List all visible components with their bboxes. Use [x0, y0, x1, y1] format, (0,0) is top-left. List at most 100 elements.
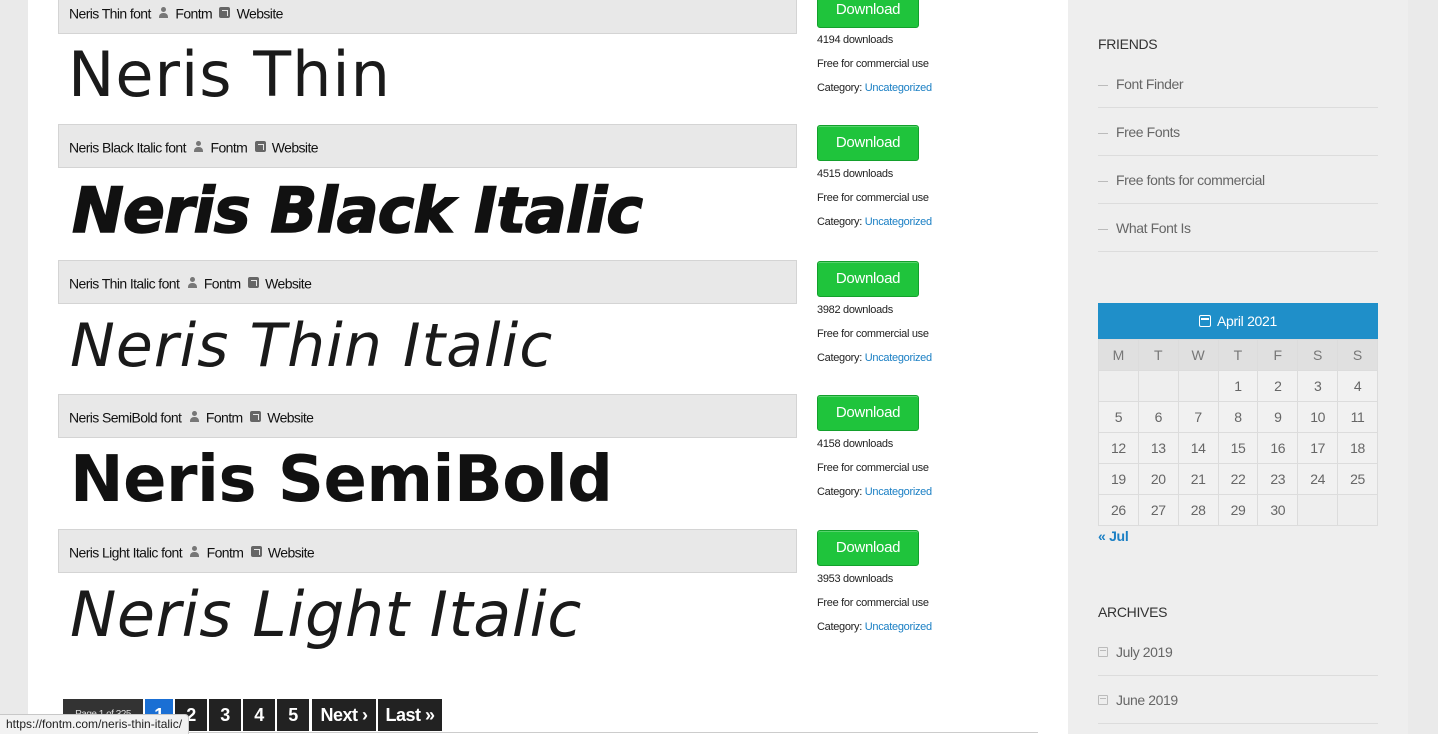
friend-link[interactable]: What Font Is: [1098, 204, 1378, 252]
category-line: Category: Uncategorized: [817, 210, 932, 234]
calendar-day: 25: [1337, 463, 1378, 495]
page-link[interactable]: 3: [209, 699, 241, 731]
font-meta: Neris Thin Italic font Fontm Website: [69, 261, 312, 303]
font-header-bar: Neris Thin font Fontm Website: [58, 0, 797, 34]
calendar-day: 23: [1257, 463, 1299, 495]
calendar-icon: [1198, 315, 1211, 328]
download-count: 4194 downloads: [817, 34, 893, 46]
calendar-empty-cell: [1297, 494, 1339, 526]
category-label: Category:: [817, 216, 862, 228]
license-text: Free for commercial use: [817, 58, 929, 70]
font-preview[interactable]: Neris SemiBold: [70, 448, 613, 512]
calendar-month: April 2021: [1216, 313, 1278, 329]
friend-link-label: Font Finder: [1116, 76, 1184, 92]
license-text: Free for commercial use: [817, 597, 929, 609]
font-info: 3953 downloads Free for commercial use C…: [817, 567, 932, 639]
license-text: Free for commercial use: [817, 328, 929, 340]
font-preview[interactable]: Neris Thin Italic: [70, 316, 553, 376]
calendar-prev-link[interactable]: « Jul: [1098, 528, 1129, 544]
dash-icon: [1098, 84, 1108, 86]
author-link[interactable]: Fontm: [204, 275, 241, 291]
user-icon: [193, 140, 204, 152]
category-label: Category:: [817, 621, 862, 633]
category-link[interactable]: Uncategorized: [865, 621, 932, 633]
calendar-icon: [1098, 695, 1108, 706]
friend-link-label: Free Fonts: [1116, 124, 1180, 140]
calendar-widget: April 2021 M T W T F S S 1 2 3 4 5 6 7 8 9 10 11 12…: [1098, 303, 1378, 526]
calendar-day: 4: [1337, 370, 1378, 402]
archives-list: July 2019 June 2019: [1098, 628, 1378, 724]
font-preview[interactable]: Neris Black Italic: [71, 179, 643, 243]
font-meta: Neris Thin font Fontm Website: [69, 0, 283, 33]
calendar-day: 19: [1098, 463, 1139, 495]
font-name-link[interactable]: Neris Black Italic font: [69, 139, 187, 155]
font-name-link[interactable]: Neris SemiBold font: [69, 409, 182, 425]
font-info: 4158 downloads Free for commercial use C…: [817, 432, 932, 504]
download-button[interactable]: Download: [817, 261, 919, 297]
website-link[interactable]: Website: [268, 544, 315, 560]
calendar-day: 17: [1297, 432, 1339, 464]
download-button[interactable]: Download: [817, 125, 919, 161]
download-button[interactable]: Download: [817, 0, 919, 28]
font-name-link[interactable]: Neris Thin font: [69, 5, 151, 21]
archives-widget-title: ARCHIVES: [1098, 604, 1168, 620]
calendar-day: 16: [1257, 432, 1299, 464]
font-name-link[interactable]: Neris Thin Italic font: [69, 275, 180, 291]
last-page-link[interactable]: Last »: [378, 699, 442, 731]
author-link[interactable]: Fontm: [206, 409, 243, 425]
friend-link[interactable]: Font Finder: [1098, 60, 1378, 108]
dash-icon: [1098, 180, 1108, 182]
external-link-icon: [249, 410, 261, 422]
calendar-day: 6: [1137, 401, 1179, 433]
archive-link-label: June 2019: [1116, 692, 1178, 708]
calendar-week-row: 1234: [1098, 370, 1378, 402]
calendar-day: 24: [1297, 463, 1339, 495]
download-count: 3953 downloads: [817, 573, 893, 585]
page-link[interactable]: 4: [243, 699, 275, 731]
calendar-day: 15: [1217, 432, 1259, 464]
archive-link[interactable]: June 2019: [1098, 676, 1378, 724]
friend-link-label: What Font Is: [1116, 220, 1191, 236]
calendar-day: 21: [1177, 463, 1219, 495]
user-icon: [189, 410, 200, 422]
page-link[interactable]: 5: [277, 699, 309, 731]
category-link[interactable]: Uncategorized: [865, 486, 932, 498]
calendar-empty-cell: [1177, 370, 1219, 402]
website-link[interactable]: Website: [272, 139, 319, 155]
font-info: 3982 downloads Free for commercial use C…: [817, 298, 932, 370]
download-button[interactable]: Download: [817, 530, 919, 566]
author-link[interactable]: Fontm: [211, 139, 248, 155]
download-button[interactable]: Download: [817, 395, 919, 431]
author-link[interactable]: Fontm: [207, 544, 244, 560]
archive-link[interactable]: July 2019: [1098, 628, 1378, 676]
download-count: 4158 downloads: [817, 438, 893, 450]
font-meta: Neris Light Italic font Fontm Website: [69, 530, 315, 572]
category-link[interactable]: Uncategorized: [865, 82, 932, 94]
calendar-week-row: 12 13 14 15 16 17 18: [1098, 432, 1378, 464]
website-link[interactable]: Website: [265, 275, 312, 291]
font-list: Neris Thin font Fontm Website Neris Thin…: [28, 0, 1068, 734]
author-link[interactable]: Fontm: [175, 5, 212, 21]
calendar-day: 8: [1217, 401, 1259, 433]
calendar-day: 12: [1098, 432, 1139, 464]
weekday-header: T: [1217, 339, 1259, 371]
calendar-empty-cell: [1137, 370, 1179, 402]
calendar-day: 26: [1098, 494, 1139, 526]
category-link[interactable]: Uncategorized: [865, 352, 932, 364]
calendar-day: 28: [1177, 494, 1219, 526]
category-line: Category: Uncategorized: [817, 480, 932, 504]
calendar-empty-cell: [1337, 494, 1378, 526]
font-preview[interactable]: Neris Light Italic: [70, 584, 582, 646]
category-label: Category:: [817, 486, 862, 498]
friend-link[interactable]: Free fonts for commercial: [1098, 156, 1378, 204]
category-link[interactable]: Uncategorized: [865, 216, 932, 228]
font-name-link[interactable]: Neris Light Italic font: [69, 544, 183, 560]
website-link[interactable]: Website: [267, 409, 314, 425]
website-link[interactable]: Website: [237, 5, 284, 21]
next-page-link[interactable]: Next ›: [312, 699, 376, 731]
friend-link[interactable]: Free Fonts: [1098, 108, 1378, 156]
font-meta: Neris Black Italic font Fontm Website: [69, 125, 319, 167]
download-count: 3982 downloads: [817, 304, 893, 316]
weekday-header: M: [1098, 339, 1139, 371]
font-preview[interactable]: Neris Thin: [68, 44, 391, 106]
